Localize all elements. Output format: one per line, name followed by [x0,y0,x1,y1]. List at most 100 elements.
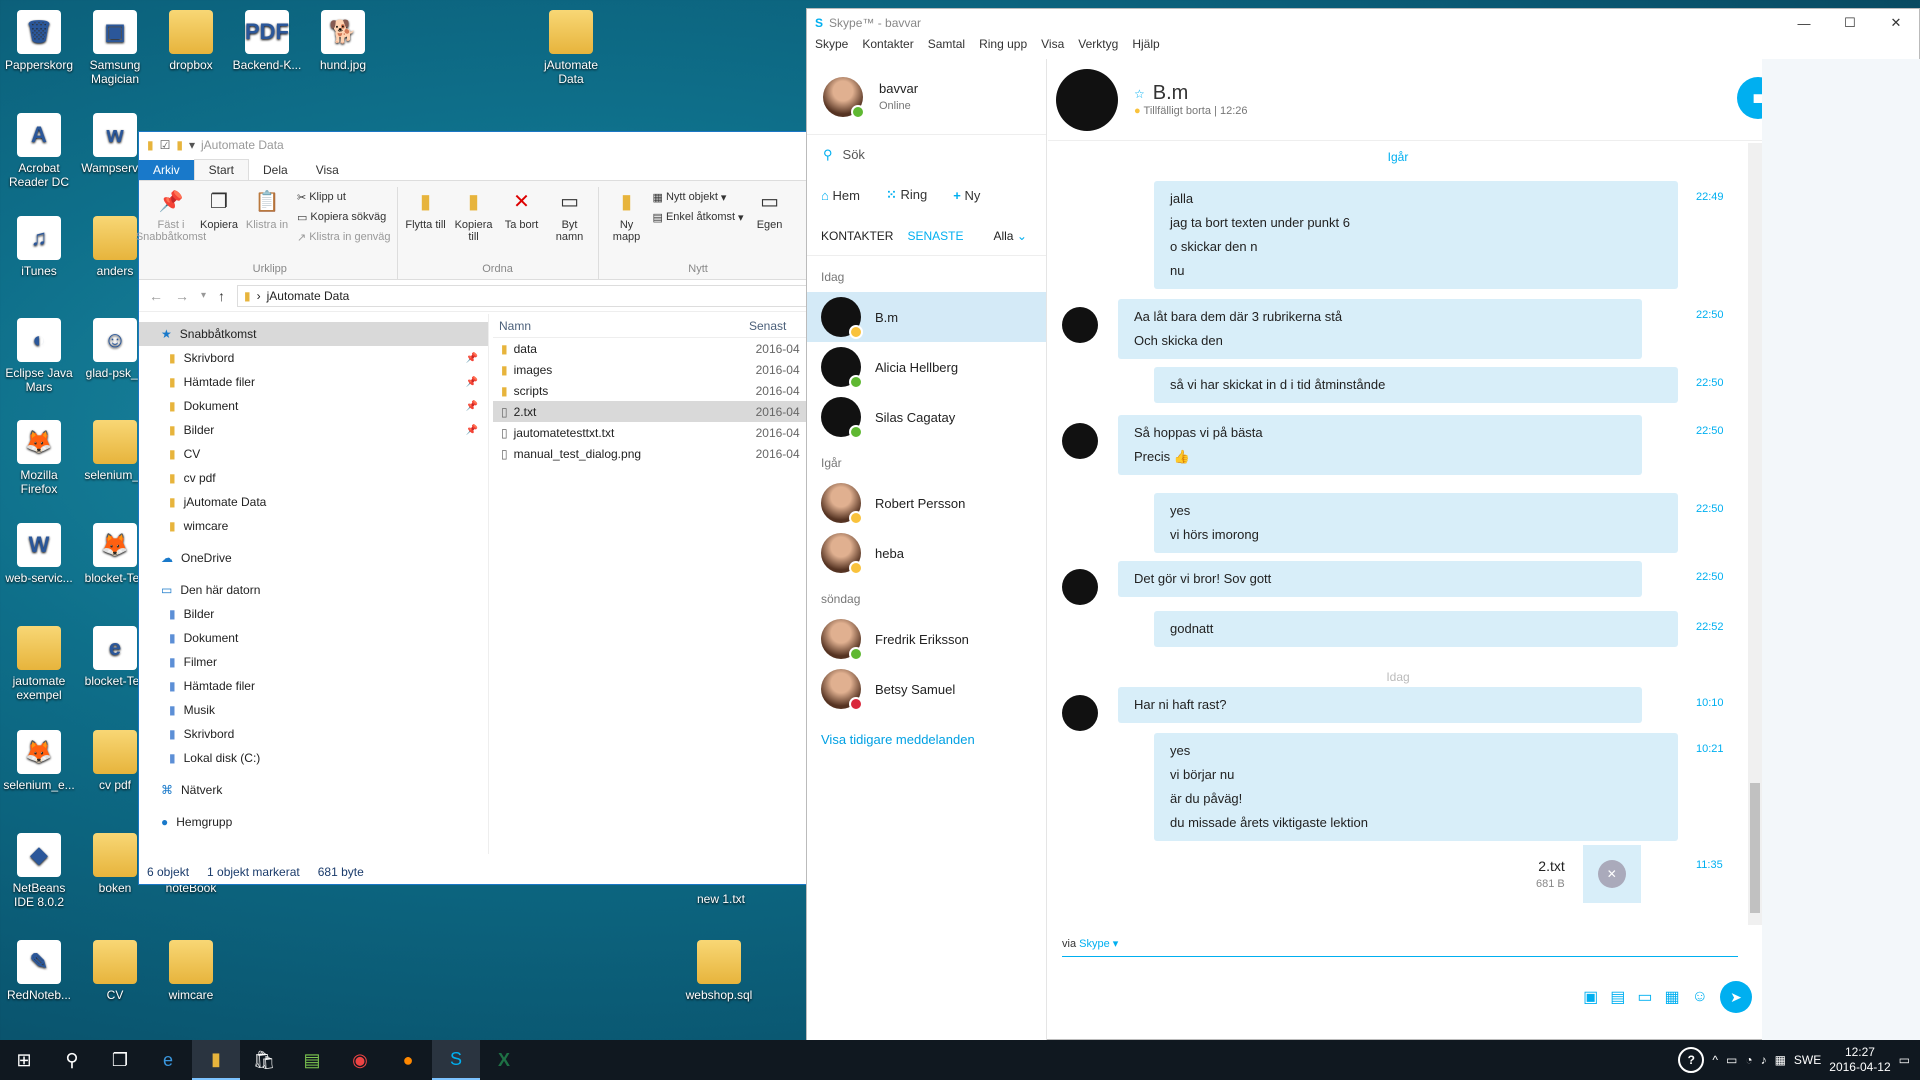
nav-item[interactable]: ▮ Lokal disk (C:) [139,746,488,770]
network-icon[interactable]: ◔ [1745,1053,1752,1067]
menu-item[interactable]: Verktyg [1078,37,1118,59]
volume-icon[interactable]: ♪ [1761,1053,1767,1067]
send-contact-icon[interactable]: ▦ [1665,987,1680,1007]
menu-item[interactable]: Skype [815,37,848,59]
new-button[interactable]: + Ny [953,188,980,203]
taskbar-chrome[interactable]: ◉ [336,1040,384,1080]
properties-button[interactable]: ▭ Egen [748,187,792,263]
desktop-icon[interactable]: Wweb-servic... [2,523,76,585]
task-view-button[interactable]: ❐ [96,1040,144,1080]
message-bubble[interactable]: jalla jag ta bort texten under punkt 6 o s… [1154,181,1678,289]
new-folder-button[interactable]: ▮ Ny mapp [605,187,649,263]
home-button[interactable]: ⌂ Hem [821,188,860,203]
via-selector[interactable]: via Skype ▾ [1062,937,1752,950]
desktop-icon[interactable]: wimcare [154,940,228,1002]
easy-access-button[interactable]: ▤ Enkel åtkomst ▾ [653,207,744,227]
scrollbar-thumb[interactable] [1750,783,1760,913]
nav-item[interactable]: ⌘ Nätverk [139,778,488,802]
send-file-icon[interactable]: ▤ [1610,987,1625,1007]
menu-item[interactable]: Hjälp [1132,37,1159,59]
video-message-icon[interactable]: ▭ [1637,987,1652,1007]
chat-scrollbar[interactable] [1748,143,1762,925]
nav-item[interactable]: ▮ Hämtade filer 📌 [139,370,488,394]
message-bubble[interactable]: Har ni haft rast? [1118,687,1642,723]
battery-icon[interactable]: ▭ [1726,1053,1737,1067]
minimize-icon[interactable]: — [1781,9,1827,37]
menu-item[interactable]: Visa [1041,37,1064,59]
paste-button[interactable]: 📋 Klistra in [245,187,289,263]
nav-item[interactable]: ▭ Den här datorn [139,578,488,602]
message-bubble[interactable]: så vi har skickat in d i tid åtminstånde [1154,367,1678,403]
nav-item[interactable]: ▮ Filmer [139,650,488,674]
menu-item[interactable]: Kontakter [862,37,913,59]
desktop-icon[interactable]: 🦊 selenium_e... [2,730,76,792]
desktop-icon[interactable]: jautomate exempel [2,626,76,702]
back-arrow-icon[interactable]: ← [149,288,163,304]
send-button[interactable]: ➤ [1720,981,1752,1013]
nav-item[interactable]: ▮ Dokument [139,626,488,650]
desktop-icon[interactable]: ✎ RedNoteb... [2,940,76,1002]
file-row[interactable]: ▯ manual_test_dialog.png 2016-04 [493,443,809,464]
new-item-button[interactable]: ▦ Nytt objekt ▾ [653,187,744,207]
taskbar-skype[interactable]: S [432,1040,480,1080]
paste-shortcut-button[interactable]: ↗ Klistra in genväg [297,227,391,247]
nav-item[interactable]: ▮ Musik [139,698,488,722]
nav-item[interactable]: ★ Snabbåtkomst [139,322,488,346]
desktop-icon[interactable]: ▣ Samsung Magician [78,10,152,86]
language-indicator[interactable]: SWE [1794,1053,1821,1067]
rename-button[interactable]: ▭ Byt namn [548,187,592,263]
desktop-icon[interactable]: 🗑 Papperskorg [2,10,76,72]
up-arrow-icon[interactable]: ↑ [218,288,225,304]
file-row[interactable]: ▯ jautomatetesttxt.txt 2016-04 [493,422,809,443]
desktop-icon[interactable]: 🦊 Mozilla Firefox [2,420,76,496]
message-bubble[interactable]: yes vi börjar nu är du påväg! du missade år… [1154,733,1678,841]
dropdown-icon[interactable]: ▾ [189,138,195,152]
tab-recent[interactable]: SENASTE [907,229,963,243]
start-button[interactable]: ⊞ [0,1040,48,1080]
desktop-icon[interactable]: ♫ iTunes [2,216,76,278]
file-row[interactable]: ▯ 2.txt 2016-04 [493,401,809,422]
cut-button[interactable]: ✂ Klipp ut [297,187,391,207]
tab-arkiv[interactable]: Arkiv [139,160,194,180]
show-hidden-icon[interactable]: ^ [1712,1053,1718,1067]
contact-item[interactable]: B.m [807,292,1046,342]
pin-button[interactable]: 📌 Fäst i Snabbåtkomst [136,187,206,263]
forward-arrow-icon[interactable]: → [175,288,189,304]
taskbar-store[interactable]: 🛍 [240,1040,288,1080]
notifications-icon[interactable]: ▭ [1899,1053,1910,1067]
taskbar-edge[interactable]: e [144,1040,192,1080]
column-date[interactable]: Senast [749,319,786,333]
nav-item[interactable]: ▮ Hämtade filer [139,674,488,698]
copy-button[interactable]: ❐ Kopiera [197,187,241,263]
nav-item[interactable]: ▮ Skrivbord [139,722,488,746]
menu-item[interactable]: Ring upp [979,37,1027,59]
nav-item[interactable]: ▮ Bilder 📌 [139,418,488,442]
move-to-button[interactable]: ▮ Flytta till [404,187,448,263]
desktop-icon-label[interactable]: new 1.txt [684,892,758,906]
file-row[interactable]: ▮ scripts 2016-04 [493,380,809,401]
search-input[interactable]: ⚲ Sök [807,134,1046,174]
taskbar-firefox[interactable]: ● [384,1040,432,1080]
contact-item[interactable]: Silas Cagatay [807,392,1046,442]
delete-button[interactable]: ✕ Ta bort [500,187,544,263]
nav-item[interactable]: ▮ cv pdf [139,466,488,490]
maximize-icon[interactable]: ☐ [1827,9,1873,37]
profile[interactable]: bavvar Online [807,59,1046,134]
desktop-icon[interactable]: A Acrobat Reader DC [2,113,76,189]
taskbar-explorer[interactable]: ▮ [192,1040,240,1080]
nav-item[interactable]: ▮ wimcare [139,514,488,538]
nav-item[interactable]: ▮ CV [139,442,488,466]
clock[interactable]: 12:27 2016-04-12 [1829,1045,1890,1075]
nav-item[interactable]: ▮ jAutomate Data [139,490,488,514]
tab-visa[interactable]: Visa [302,160,353,180]
search-button[interactable]: ⚲ [48,1040,96,1080]
nav-item[interactable]: ☁ OneDrive [139,546,488,570]
contact-item[interactable]: Betsy Samuel [807,664,1046,714]
nav-item[interactable]: ▮ Bilder [139,602,488,626]
desktop-icon[interactable]: jAutomate Data [534,10,608,86]
contact-item[interactable]: Alicia Hellberg [807,342,1046,392]
desktop-icon[interactable]: dropbox [154,10,228,72]
desktop-icon[interactable]: CV [78,940,152,1002]
contact-item[interactable]: heba [807,528,1046,578]
desktop-icon[interactable]: PDF Backend-K... [230,10,304,72]
